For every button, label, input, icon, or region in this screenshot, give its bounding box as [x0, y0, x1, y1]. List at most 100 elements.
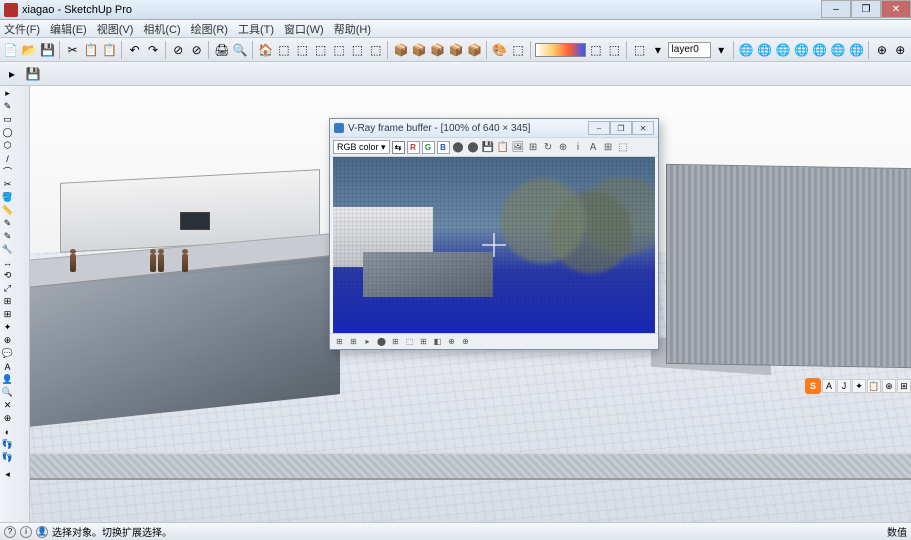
toolbar-button[interactable]: ↷: [144, 40, 161, 60]
toolbar-button[interactable]: ✂: [64, 40, 81, 60]
toolbar-button[interactable]: 📦: [466, 40, 483, 60]
maximize-button[interactable]: ❐: [851, 0, 881, 18]
tool-button[interactable]: /: [1, 152, 14, 165]
tool-button[interactable]: 🔍: [1, 386, 14, 399]
close-button[interactable]: ✕: [881, 0, 911, 18]
toolbar-button[interactable]: 🏠: [257, 40, 274, 60]
menu-item[interactable]: 绘图(R): [191, 21, 228, 37]
toolbar-button[interactable]: 📦: [429, 40, 446, 60]
menu-item[interactable]: 工具(T): [238, 21, 274, 37]
tool-button[interactable]: ✎: [1, 100, 14, 113]
vray-status-button[interactable]: ▸: [362, 336, 373, 347]
vray-minimize-button[interactable]: –: [588, 121, 610, 135]
vray-render-view[interactable]: [333, 157, 655, 333]
tool-button[interactable]: ⊕: [1, 334, 14, 347]
vray-status-button[interactable]: ⬚: [404, 336, 415, 347]
tool-button[interactable]: ⌒: [1, 165, 14, 178]
toolbar-button[interactable]: ⬚: [587, 40, 604, 60]
tag-item[interactable]: ⊞: [897, 379, 911, 393]
menu-item[interactable]: 文件(F): [4, 21, 40, 37]
toolbar-button[interactable]: ▾: [649, 40, 666, 60]
vray-toolbar-button[interactable]: 🖼: [512, 141, 525, 154]
toolbar-button[interactable]: 🎨: [491, 40, 508, 60]
vray-toolbar-button[interactable]: 📋: [497, 141, 510, 154]
vray-toolbar-button[interactable]: ⬚: [617, 141, 630, 154]
tag-item[interactable]: ⊕: [882, 379, 896, 393]
tool-button[interactable]: ↔: [1, 256, 14, 269]
tool-button[interactable]: ⤢: [1, 282, 14, 295]
menu-item[interactable]: 窗口(W): [284, 21, 324, 37]
toolbar-button[interactable]: ⬚: [349, 40, 366, 60]
vray-status-button[interactable]: ⊞: [418, 336, 429, 347]
vray-channel-swap[interactable]: ⇆: [392, 141, 405, 154]
vray-toolbar-button[interactable]: ⬤: [467, 141, 480, 154]
toolbar-button[interactable]: 🔍: [232, 40, 249, 60]
menu-item[interactable]: 视图(V): [97, 21, 134, 37]
toolbar-button[interactable]: 🌐: [848, 40, 865, 60]
toolbar-button[interactable]: ⬚: [275, 40, 292, 60]
vray-toolbar-button[interactable]: A: [587, 141, 600, 154]
tool-button[interactable]: ▸: [1, 87, 14, 100]
toolbar-button[interactable]: 📂: [20, 40, 37, 60]
tag-item[interactable]: 📋: [867, 379, 881, 393]
toolbar-button[interactable]: ⊘: [170, 40, 187, 60]
vray-status-button[interactable]: ⬤: [376, 336, 387, 347]
vray-status-button[interactable]: ⊞: [390, 336, 401, 347]
layer-dropdown[interactable]: layer0: [668, 42, 712, 58]
toolbar-button[interactable]: ⊕: [892, 40, 909, 60]
tool-button[interactable]: 👣: [1, 451, 14, 464]
tag-s-icon[interactable]: S: [805, 378, 821, 394]
toolbar-button[interactable]: ⬚: [330, 40, 347, 60]
toolbar-button[interactable]: ⬚: [312, 40, 329, 60]
status-help-icon[interactable]: ?: [4, 526, 16, 538]
tool-button[interactable]: A: [1, 360, 14, 373]
vray-status-button[interactable]: ◧: [432, 336, 443, 347]
toolbar-button[interactable]: 📦: [411, 40, 428, 60]
tool-button[interactable]: 🪣: [1, 191, 14, 204]
tool-button[interactable]: ◐: [1, 425, 14, 438]
sun-gradient[interactable]: [535, 43, 587, 57]
menu-item[interactable]: 帮助(H): [334, 21, 371, 37]
tool-button[interactable]: ✕: [1, 399, 14, 412]
tool-button[interactable]: ✦: [1, 321, 14, 334]
toolbar-button[interactable]: 🌐: [774, 40, 791, 60]
tag-item[interactable]: J: [837, 379, 851, 393]
vray-status-button[interactable]: ⊞: [348, 336, 359, 347]
vray-status-button[interactable]: ⊕: [446, 336, 457, 347]
toolbar-button[interactable]: 🌐: [756, 40, 773, 60]
tool-button[interactable]: ⊞: [1, 295, 14, 308]
toolbar-button[interactable]: ↶: [126, 40, 143, 60]
toolbar-button[interactable]: 🖨: [213, 40, 230, 60]
menu-item[interactable]: 编辑(E): [50, 21, 87, 37]
vray-close-button[interactable]: ✕: [632, 121, 654, 135]
vray-status-button[interactable]: ⊞: [334, 336, 345, 347]
minimize-button[interactable]: –: [821, 0, 851, 18]
tool-button[interactable]: 🔧: [1, 243, 14, 256]
tool-button[interactable]: ⟲: [1, 269, 14, 282]
tool-button[interactable]: ⊕: [1, 412, 14, 425]
vray-status-button[interactable]: ⊕: [460, 336, 471, 347]
vray-toolbar-button[interactable]: ⬤: [452, 141, 465, 154]
tool-button[interactable]: 📏: [1, 204, 14, 217]
toolbar-button[interactable]: ▸: [2, 64, 22, 84]
tool-button[interactable]: 💬: [1, 347, 14, 360]
toolbar-button[interactable]: ▾: [712, 40, 729, 60]
toolbar-button[interactable]: 📋: [101, 40, 118, 60]
status-user-icon[interactable]: 👤: [36, 526, 48, 538]
tool-button[interactable]: ◯: [1, 126, 14, 139]
vray-titlebar[interactable]: V-Ray frame buffer - [100% of 640 × 345]…: [330, 119, 658, 137]
toolbar-button[interactable]: ⬚: [367, 40, 384, 60]
toolbar-button[interactable]: 🌐: [811, 40, 828, 60]
tool-button[interactable]: 👤: [1, 373, 14, 386]
tool-button[interactable]: ◂: [1, 468, 14, 481]
tool-button[interactable]: ⊞: [1, 308, 14, 321]
vray-toolbar-button[interactable]: ⊞: [527, 141, 540, 154]
tool-button[interactable]: ▭: [1, 113, 14, 126]
tool-button[interactable]: ✎: [1, 230, 14, 243]
vray-channel-r[interactable]: R: [407, 141, 420, 154]
vray-channel-g[interactable]: G: [422, 141, 435, 154]
toolbar-button[interactable]: 🌐: [830, 40, 847, 60]
toolbar-button[interactable]: 💾: [39, 40, 56, 60]
toolbar-button[interactable]: 🌐: [793, 40, 810, 60]
toolbar-button[interactable]: 🌐: [738, 40, 755, 60]
